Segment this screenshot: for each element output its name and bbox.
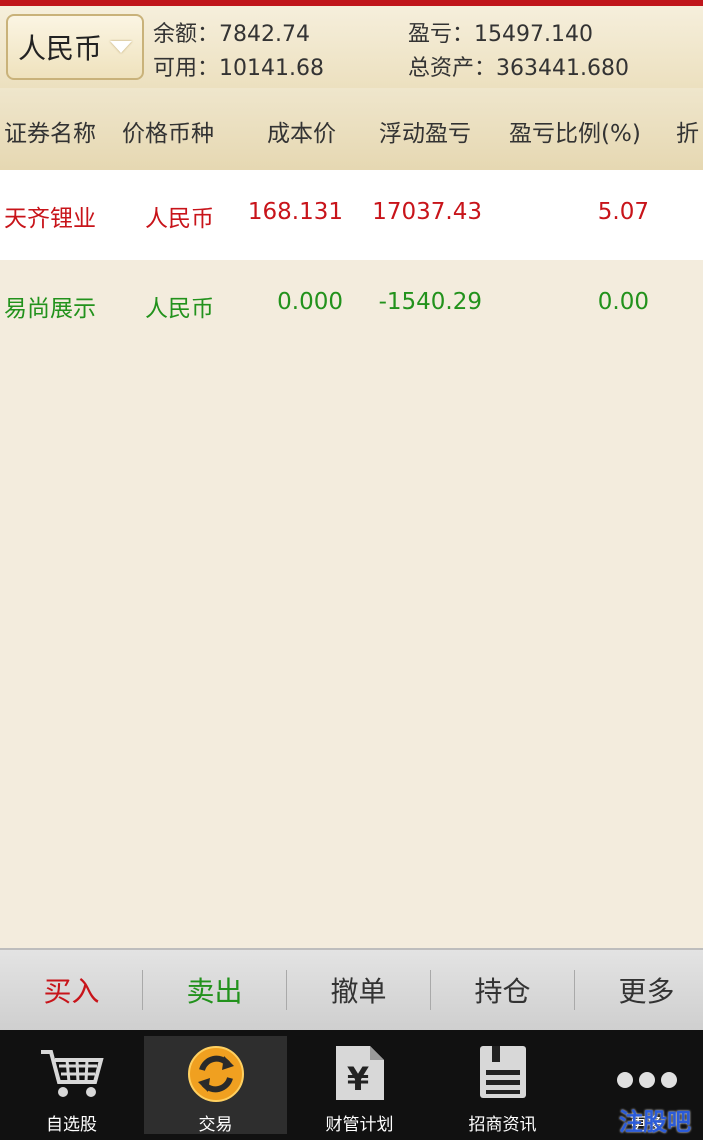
stock-name: 易尚展示 — [4, 296, 96, 322]
column-header-currency: 价格币种 — [122, 121, 214, 147]
document-yen-icon: ¥ — [335, 1046, 384, 1100]
stock-cost: 0.000 — [277, 289, 343, 315]
column-header-float-pl: 浮动盈亏 — [379, 121, 471, 147]
stock-pl-ratio: 0.00 — [597, 289, 649, 315]
svg-text:¥: ¥ — [346, 1060, 368, 1098]
stock-name: 天齐锂业 — [4, 206, 96, 232]
tab-label: 交易 — [198, 1115, 233, 1135]
tab-label: 招商资讯 — [468, 1115, 537, 1135]
position-button[interactable]: 持仓 — [431, 950, 574, 1030]
cart-icon — [40, 1050, 104, 1097]
currency-selector-label: 人民币 — [18, 32, 103, 65]
column-header-more: 折 — [676, 121, 699, 147]
tab-finance-plan[interactable]: ¥ 财管计划 — [288, 1036, 431, 1135]
tab-label: 自选股 — [46, 1115, 97, 1135]
sell-button[interactable]: 卖出 — [143, 950, 286, 1030]
balance-text: 余额：7842.74 — [153, 22, 310, 47]
stock-currency: 人民币 — [145, 206, 214, 232]
more-actions-button[interactable]: 更多 — [575, 950, 703, 1030]
chevron-down-icon — [110, 41, 133, 53]
tab-news[interactable]: 招商资讯 — [431, 1036, 574, 1135]
total-assets-text: 总资产：363441.680 — [408, 56, 629, 81]
more-dots-icon — [616, 1072, 677, 1088]
tab-watchlist[interactable]: 自选股 — [0, 1036, 143, 1135]
profit-text: 盈亏：15497.140 — [408, 22, 593, 47]
column-header-pl-ratio: 盈亏比例(%) — [509, 121, 641, 147]
stock-pl-ratio: 5.07 — [597, 199, 649, 225]
currency-selector[interactable]: 人民币 — [6, 14, 144, 80]
stock-float-pl: 17037.43 — [372, 199, 482, 225]
column-header-name: 证券名称 — [4, 121, 96, 147]
cancel-order-button[interactable]: 撤单 — [287, 950, 430, 1030]
column-header-cost: 成本价 — [267, 121, 336, 147]
table-row[interactable]: 天齐锂业 人民币 168.131 17037.43 5.07 — [0, 170, 703, 260]
buy-button[interactable]: 买入 — [0, 950, 143, 1030]
trade-action-bar: 买入 卖出 撤单 持仓 更多 — [0, 948, 703, 1030]
table-row[interactable]: 易尚展示 人民币 0.000 -1540.29 0.00 — [0, 260, 703, 350]
table-header[interactable]: 证券名称 价格币种 成本价 浮动盈亏 盈亏比例(%) 折 — [0, 88, 703, 170]
watermark-logo: 注股吧 — [619, 1108, 691, 1136]
account-header: 人民币 余额：7842.74 可用：10141.68 盈亏：15497.140 … — [0, 6, 703, 88]
tab-trade[interactable]: 交易 — [144, 1036, 287, 1135]
stock-float-pl: -1540.29 — [378, 289, 482, 315]
available-text: 可用：10141.68 — [153, 56, 324, 81]
bottom-tab-bar: 自选股 交易 ¥ 财管计划 招商资讯 更多 — [0, 1030, 703, 1140]
exchange-icon — [187, 1046, 244, 1102]
tab-label: 财管计划 — [325, 1115, 394, 1135]
stock-currency: 人民币 — [145, 296, 214, 322]
news-icon — [479, 1046, 526, 1098]
stock-cost: 168.131 — [247, 199, 343, 225]
